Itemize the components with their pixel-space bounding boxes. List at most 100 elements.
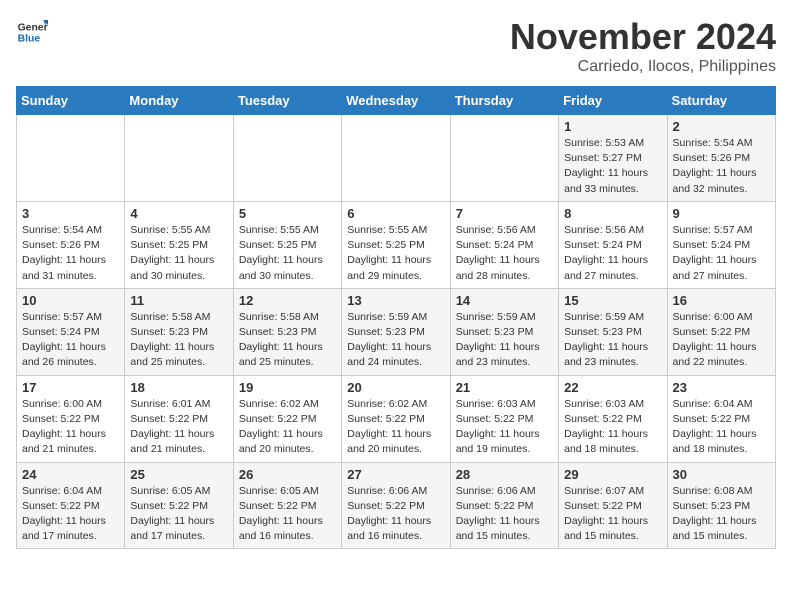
- calendar-cell: 14Sunrise: 5:59 AM Sunset: 5:23 PM Dayli…: [450, 288, 558, 375]
- weekday-wednesday: Wednesday: [342, 87, 450, 115]
- day-info: Sunrise: 6:07 AM Sunset: 5:22 PM Dayligh…: [564, 484, 661, 545]
- week-row-4: 17 Sunrise: 6:00 AM Sunset: 5:22 PM Dayli…: [17, 375, 776, 462]
- calendar-cell: 11 Sunrise: 5:58 AM Sunset: 5:23 PM Dayli…: [125, 288, 233, 375]
- day-number: 26: [239, 467, 336, 482]
- day-number: 11: [130, 293, 227, 308]
- day-number: 17: [22, 380, 119, 395]
- day-number: 3: [22, 206, 119, 221]
- weekday-thursday: Thursday: [450, 87, 558, 115]
- day-info: Sunrise: 6:06 AM Sunset: 5:22 PM Dayligh…: [456, 484, 553, 545]
- day-info: Sunrise: 5:54 AM Sunset: 5:26 PM Dayligh…: [673, 136, 770, 197]
- week-row-3: 10 Sunrise: 5:57 AM Sunset: 5:24 PM Dayli…: [17, 288, 776, 375]
- day-info: Sunrise: 6:04 AM Sunset: 5:22 PM Dayligh…: [22, 484, 119, 545]
- calendar-cell: 27 Sunrise: 6:06 AM Sunset: 5:22 PM Dayli…: [342, 462, 450, 549]
- location-title: Carriedo, Ilocos, Philippines: [510, 58, 776, 76]
- calendar-cell: [17, 115, 125, 202]
- day-number: 28: [456, 467, 553, 482]
- calendar-cell: 9 Sunrise: 5:57 AM Sunset: 5:24 PM Daylig…: [667, 201, 775, 288]
- weekday-tuesday: Tuesday: [233, 87, 341, 115]
- calendar-cell: 19 Sunrise: 6:02 AM Sunset: 5:22 PM Dayli…: [233, 375, 341, 462]
- day-info: Sunrise: 6:08 AM Sunset: 5:23 PM Dayligh…: [673, 484, 770, 545]
- day-info: Sunrise: 5:56 AM Sunset: 5:24 PM Dayligh…: [456, 223, 553, 284]
- calendar-cell: 1 Sunrise: 5:53 AM Sunset: 5:27 PM Daylig…: [559, 115, 667, 202]
- calendar-cell: [125, 115, 233, 202]
- day-number: 15: [564, 293, 661, 308]
- day-number: 1: [564, 119, 661, 134]
- day-number: 9: [673, 206, 770, 221]
- calendar-cell: 5Sunrise: 5:55 AM Sunset: 5:25 PM Daylig…: [233, 201, 341, 288]
- day-number: 7: [456, 206, 553, 221]
- day-info: Sunrise: 6:05 AM Sunset: 5:22 PM Dayligh…: [130, 484, 227, 545]
- day-info: Sunrise: 6:00 AM Sunset: 5:22 PM Dayligh…: [673, 310, 770, 371]
- day-info: Sunrise: 6:00 AM Sunset: 5:22 PM Dayligh…: [22, 397, 119, 458]
- day-number: 2: [673, 119, 770, 134]
- day-number: 22: [564, 380, 661, 395]
- calendar-cell: 30 Sunrise: 6:08 AM Sunset: 5:23 PM Dayli…: [667, 462, 775, 549]
- day-info: Sunrise: 6:04 AM Sunset: 5:22 PM Dayligh…: [673, 397, 770, 458]
- day-number: 20: [347, 380, 444, 395]
- day-info: Sunrise: 6:05 AM Sunset: 5:22 PM Dayligh…: [239, 484, 336, 545]
- day-number: 24: [22, 467, 119, 482]
- calendar-cell: [233, 115, 341, 202]
- calendar-cell: 23 Sunrise: 6:04 AM Sunset: 5:22 PM Dayli…: [667, 375, 775, 462]
- weekday-friday: Friday: [559, 87, 667, 115]
- calendar-table: SundayMondayTuesdayWednesdayThursdayFrid…: [16, 86, 776, 549]
- day-number: 27: [347, 467, 444, 482]
- calendar-cell: [450, 115, 558, 202]
- day-info: Sunrise: 5:58 AM Sunset: 5:23 PM Dayligh…: [130, 310, 227, 371]
- calendar-cell: 7 Sunrise: 5:56 AM Sunset: 5:24 PM Daylig…: [450, 201, 558, 288]
- calendar-cell: 16 Sunrise: 6:00 AM Sunset: 5:22 PM Dayli…: [667, 288, 775, 375]
- calendar-cell: 24 Sunrise: 6:04 AM Sunset: 5:22 PM Dayli…: [17, 462, 125, 549]
- day-number: 23: [673, 380, 770, 395]
- day-info: Sunrise: 5:54 AM Sunset: 5:26 PM Dayligh…: [22, 223, 119, 284]
- calendar-cell: 12Sunrise: 5:58 AM Sunset: 5:23 PM Dayli…: [233, 288, 341, 375]
- calendar-cell: 22Sunrise: 6:03 AM Sunset: 5:22 PM Dayli…: [559, 375, 667, 462]
- day-number: 6: [347, 206, 444, 221]
- day-info: Sunrise: 6:02 AM Sunset: 5:22 PM Dayligh…: [239, 397, 336, 458]
- svg-text:Blue: Blue: [18, 34, 41, 45]
- day-number: 18: [130, 380, 227, 395]
- day-number: 10: [22, 293, 119, 308]
- calendar-cell: 17 Sunrise: 6:00 AM Sunset: 5:22 PM Dayli…: [17, 375, 125, 462]
- day-number: 16: [673, 293, 770, 308]
- calendar-cell: 8 Sunrise: 5:56 AM Sunset: 5:24 PM Daylig…: [559, 201, 667, 288]
- day-number: 8: [564, 206, 661, 221]
- day-number: 13: [347, 293, 444, 308]
- calendar-cell: 4Sunrise: 5:55 AM Sunset: 5:25 PM Daylig…: [125, 201, 233, 288]
- day-number: 29: [564, 467, 661, 482]
- day-info: Sunrise: 5:56 AM Sunset: 5:24 PM Dayligh…: [564, 223, 661, 284]
- day-number: 19: [239, 380, 336, 395]
- weekday-sunday: Sunday: [17, 87, 125, 115]
- calendar-cell: 3 Sunrise: 5:54 AM Sunset: 5:26 PM Daylig…: [17, 201, 125, 288]
- logo: General Blue: [16, 16, 48, 48]
- day-info: Sunrise: 6:01 AM Sunset: 5:22 PM Dayligh…: [130, 397, 227, 458]
- calendar-cell: 13 Sunrise: 5:59 AM Sunset: 5:23 PM Dayli…: [342, 288, 450, 375]
- day-number: 12: [239, 293, 336, 308]
- day-info: Sunrise: 5:59 AM Sunset: 5:23 PM Dayligh…: [347, 310, 444, 371]
- calendar-cell: 20 Sunrise: 6:02 AM Sunset: 5:22 PM Dayli…: [342, 375, 450, 462]
- calendar-body: 1 Sunrise: 5:53 AM Sunset: 5:27 PM Daylig…: [17, 115, 776, 549]
- calendar-cell: 2 Sunrise: 5:54 AM Sunset: 5:26 PM Daylig…: [667, 115, 775, 202]
- calendar-cell: 15 Sunrise: 5:59 AM Sunset: 5:23 PM Dayli…: [559, 288, 667, 375]
- day-info: Sunrise: 6:02 AM Sunset: 5:22 PM Dayligh…: [347, 397, 444, 458]
- calendar-cell: 26 Sunrise: 6:05 AM Sunset: 5:22 PM Dayli…: [233, 462, 341, 549]
- day-number: 14: [456, 293, 553, 308]
- week-row-1: 1 Sunrise: 5:53 AM Sunset: 5:27 PM Daylig…: [17, 115, 776, 202]
- month-title: November 2024: [510, 16, 776, 58]
- week-row-2: 3 Sunrise: 5:54 AM Sunset: 5:26 PM Daylig…: [17, 201, 776, 288]
- calendar-cell: 29 Sunrise: 6:07 AM Sunset: 5:22 PM Dayli…: [559, 462, 667, 549]
- title-block: November 2024 Carriedo, Ilocos, Philippi…: [510, 16, 776, 76]
- calendar-cell: 18 Sunrise: 6:01 AM Sunset: 5:22 PM Dayli…: [125, 375, 233, 462]
- day-info: Sunrise: 5:53 AM Sunset: 5:27 PM Dayligh…: [564, 136, 661, 197]
- day-number: 5: [239, 206, 336, 221]
- day-number: 4: [130, 206, 227, 221]
- day-info: Sunrise: 5:59 AM Sunset: 5:23 PM Dayligh…: [564, 310, 661, 371]
- day-info: Sunrise: 6:06 AM Sunset: 5:22 PM Dayligh…: [347, 484, 444, 545]
- weekday-monday: Monday: [125, 87, 233, 115]
- day-info: Sunrise: 5:57 AM Sunset: 5:24 PM Dayligh…: [673, 223, 770, 284]
- svg-text:General: General: [18, 22, 48, 33]
- day-number: 21: [456, 380, 553, 395]
- logo-icon: General Blue: [16, 16, 48, 48]
- day-info: Sunrise: 5:57 AM Sunset: 5:24 PM Dayligh…: [22, 310, 119, 371]
- day-number: 30: [673, 467, 770, 482]
